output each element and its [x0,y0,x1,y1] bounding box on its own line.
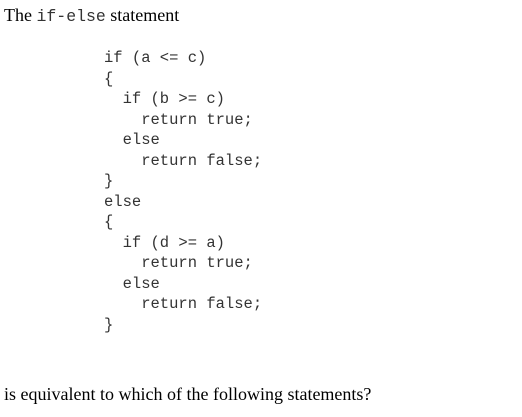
intro-keyword: if-else [36,7,106,26]
code-line: return true; [104,110,253,129]
intro-suffix: statement [105,5,180,25]
code-line: if (a <= c) [104,49,207,67]
code-line: else [104,131,160,149]
code-line: return false; [104,295,263,313]
intro-sentence: The if-else statement [4,4,179,28]
code-line: return true; [104,254,253,272]
code-line: return false; [104,151,263,170]
code-line: { [104,213,114,231]
code-line: } [104,172,114,190]
code-line: } [104,315,114,334]
intro-prefix: The [4,5,37,25]
code-block: if (a <= c) { if (b >= c) return true; el… [104,48,262,335]
question-text: is equivalent to which of the following … [4,384,372,404]
code-line: else [104,274,160,293]
code-line: if (b >= c) [104,90,225,108]
code-line: { [104,69,114,88]
code-line: if (d >= a) [104,233,225,252]
code-line: else [104,192,142,211]
